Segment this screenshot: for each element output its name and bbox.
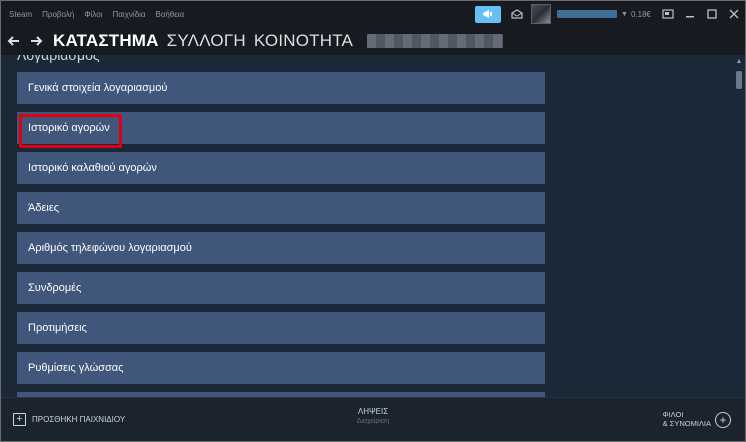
minimize-icon xyxy=(686,16,694,18)
maximize-icon xyxy=(707,9,717,19)
close-icon xyxy=(729,9,739,19)
nav-bar: ΚΑΤΑΣΤΗΜΑ ΣΥΛΛΟΓΗ ΚΟΙΝΟΤΗΤΑ xyxy=(1,27,745,55)
scrollbar[interactable]: ▲ xyxy=(734,55,744,397)
friends-chat-label: ΦΙΛΟΙ & ΣΥΝΟΜΙΛΙΑ xyxy=(662,410,711,428)
title-bar: Steam Προβολή Φίλοι Παιχνίδια Βοήθεια ▼ … xyxy=(1,1,745,27)
big-picture-icon xyxy=(662,9,674,19)
plus-circle-icon: + xyxy=(715,411,731,428)
scroll-up-icon[interactable]: ▲ xyxy=(734,55,744,67)
bottom-bar: + ΠΡΟΣΘΗΚΗ ΠΑΙΧΝΙΔΙΟΥ ΛΗΨΕΙΣ Διαχείριση … xyxy=(1,397,745,441)
arrow-right-icon xyxy=(31,36,43,46)
wallet-balance: 0.18€ xyxy=(630,9,651,19)
scroll-thumb[interactable] xyxy=(736,71,742,89)
broadcast-button[interactable] xyxy=(475,5,502,23)
avatar[interactable] xyxy=(531,4,552,24)
account-content: Λογαριασμός Γενικά στοιχεία λογαριασμού … xyxy=(1,55,745,397)
downloads-subtitle: Διαχείριση xyxy=(356,418,390,425)
menu-item-help[interactable]: Βοήθεια xyxy=(156,10,185,19)
close-button[interactable] xyxy=(723,1,745,27)
list-item-label: Προτιμήσεις xyxy=(28,322,87,334)
nav-community[interactable]: ΚΟΙΝΟΤΗΤΑ xyxy=(254,31,353,51)
list-item-label: Ιστορικό αγορών xyxy=(28,122,110,134)
purchase-history-link[interactable]: Ιστορικό αγορών xyxy=(17,112,545,148)
friends-chat-button[interactable]: ΦΙΛΟΙ & ΣΥΝΟΜΙΛΙΑ + xyxy=(662,410,731,428)
list-item-label: Γενικά στοιχεία λογαριασμού xyxy=(28,82,168,94)
menu-item-friends[interactable]: Φίλοι xyxy=(84,10,102,19)
menu-item-view[interactable]: Προβολή xyxy=(42,10,74,19)
list-item-label: Συνδρομές xyxy=(28,282,82,294)
preferences-link[interactable]: Προτιμήσεις xyxy=(17,312,545,344)
plus-icon: + xyxy=(13,413,26,426)
forward-button[interactable] xyxy=(27,32,45,50)
subscriptions-link[interactable]: Συνδρομές xyxy=(17,272,545,304)
chevron-down-icon[interactable]: ▼ xyxy=(621,11,628,18)
section-title: Λογαριασμός xyxy=(17,55,100,63)
steam-window: Steam Προβολή Φίλοι Παιχνίδια Βοήθεια ▼ … xyxy=(0,0,746,442)
add-game-label: ΠΡΟΣΘΗΚΗ ΠΑΙΧΝΙΔΙΟΥ xyxy=(32,415,126,424)
downloads-title: ΛΗΨΕΙΣ xyxy=(357,407,389,416)
back-button[interactable] xyxy=(5,32,23,50)
maximize-button[interactable] xyxy=(701,1,723,27)
licenses-link[interactable]: Άδειες xyxy=(17,192,545,224)
add-game-button[interactable]: + ΠΡΟΣΘΗΚΗ ΠΑΙΧΝΙΔΙΟΥ xyxy=(13,413,125,426)
account-menu-list: Γενικά στοιχεία λογαριασμού Ιστορικό αγο… xyxy=(17,72,545,397)
envelope-icon xyxy=(511,9,523,19)
downloads-button[interactable]: ΛΗΨΕΙΣ Διαχείριση xyxy=(323,407,423,425)
big-picture-button[interactable] xyxy=(657,1,679,27)
account-name-redacted[interactable] xyxy=(557,10,618,18)
minimize-button[interactable] xyxy=(679,1,701,27)
cart-history-link[interactable]: Ιστορικό καλαθιού αγορών xyxy=(17,152,545,184)
account-details-link[interactable]: Γενικά στοιχεία λογαριασμού xyxy=(17,72,545,104)
list-item-label: Αριθμός τηλεφώνου λογαριασμού xyxy=(28,242,192,254)
arrow-left-icon xyxy=(7,36,19,46)
title-right-controls: ▼ 0.18€ xyxy=(475,1,745,27)
megaphone-icon xyxy=(483,10,493,18)
nav-store[interactable]: ΚΑΤΑΣΤΗΜΑ xyxy=(53,31,159,51)
nav-library[interactable]: ΣΥΛΛΟΓΗ xyxy=(167,31,246,51)
language-settings-link[interactable]: Ρυθμίσεις γλώσσας xyxy=(17,352,545,384)
menu-item-games[interactable]: Παιχνίδια xyxy=(113,10,146,19)
nav-username-redacted[interactable] xyxy=(367,34,504,48)
list-item-label: Ιστορικό καλαθιού αγορών xyxy=(28,162,157,174)
phone-number-link[interactable]: Αριθμός τηλεφώνου λογαριασμού xyxy=(17,232,545,264)
inbox-button[interactable] xyxy=(509,6,525,22)
menu-item-steam[interactable]: Steam xyxy=(9,10,32,19)
friends-label-line2: & ΣΥΝΟΜΙΛΙΑ xyxy=(662,418,711,428)
menu-bar: Steam Προβολή Φίλοι Παιχνίδια Βοήθεια xyxy=(1,10,184,19)
list-item-label: Άδειες xyxy=(28,202,60,214)
list-item-label: Ρυθμίσεις γλώσσας xyxy=(28,362,124,374)
